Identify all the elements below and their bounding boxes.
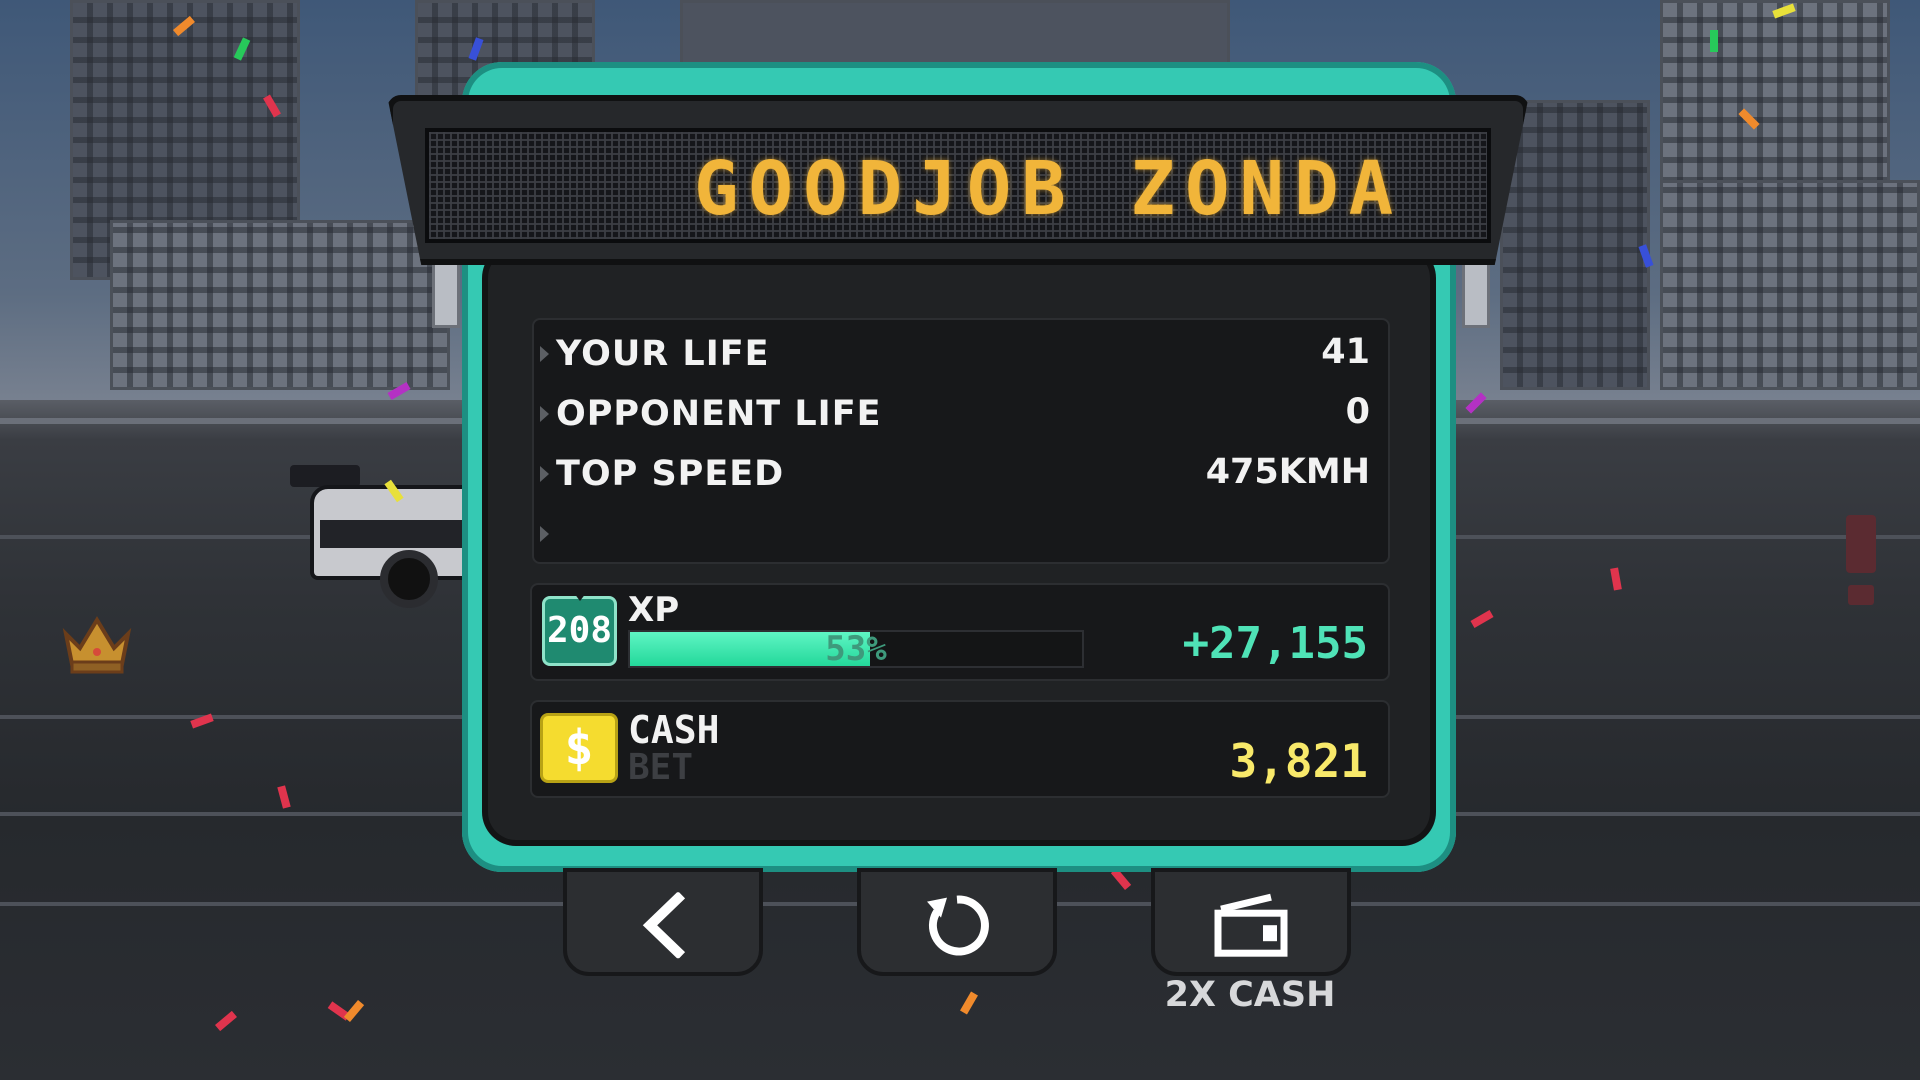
xp-label: XP [628, 590, 680, 630]
crown-icon [62, 616, 132, 674]
back-button[interactable] [563, 868, 763, 976]
chevron-left-icon [642, 892, 686, 959]
xp-gain: +27,155 [1182, 618, 1368, 669]
cash-label: CASH [628, 708, 720, 752]
double-cash-caption: 2X CASH [1164, 975, 1336, 1015]
exclamation-bar [1846, 515, 1876, 573]
building [1660, 180, 1920, 390]
stat-row-empty [540, 508, 1370, 558]
retry-button[interactable] [857, 868, 1057, 976]
race-car [290, 445, 490, 610]
car-sponsor-stripe [320, 520, 480, 548]
xp-progress-percent: 53% [825, 629, 887, 669]
led-banner-screen: GOODJOB ZONDA [425, 128, 1491, 243]
car-wheel [380, 550, 438, 608]
building [1500, 100, 1650, 390]
car-wing [290, 465, 360, 487]
bet-label: BET [628, 747, 694, 788]
exclamation-dot [1848, 585, 1874, 605]
video-camera-icon [1214, 893, 1288, 957]
row-arrow-icon [540, 466, 549, 482]
banner-message: GOODJOB ZONDA [694, 146, 1404, 232]
stat-row-your-life: YOUR LIFE 41 [540, 328, 1370, 378]
row-arrow-icon [540, 406, 549, 422]
sign-post-left [432, 262, 460, 328]
confetti-piece [1710, 30, 1718, 52]
exclamation-icon [1846, 515, 1876, 605]
xp-progress-bar: 53% [628, 630, 1084, 668]
stat-row-top-speed: TOP SPEED 475KMH [540, 448, 1370, 498]
building [1660, 0, 1890, 200]
cash-value: 3,821 [1229, 734, 1368, 788]
restart-icon [927, 895, 989, 956]
stat-row-opponent-life: OPPONENT LIFE 0 [540, 388, 1370, 438]
stat-label: YOUR LIFE [556, 334, 770, 374]
row-arrow-icon [540, 346, 549, 362]
stat-label: TOP SPEED [556, 454, 785, 494]
stat-value: 41 [1321, 332, 1370, 372]
watch-video-double-cash-button[interactable] [1151, 868, 1351, 976]
stat-value: 0 [1345, 392, 1370, 432]
building [110, 220, 450, 390]
row-arrow-icon [540, 526, 549, 542]
dollar-icon: $ [540, 713, 618, 783]
sign-post-right [1462, 262, 1490, 328]
stat-value: 475KMH [1205, 452, 1370, 492]
stat-label: OPPONENT LIFE [556, 394, 882, 434]
level-badge: 208 [542, 596, 617, 666]
